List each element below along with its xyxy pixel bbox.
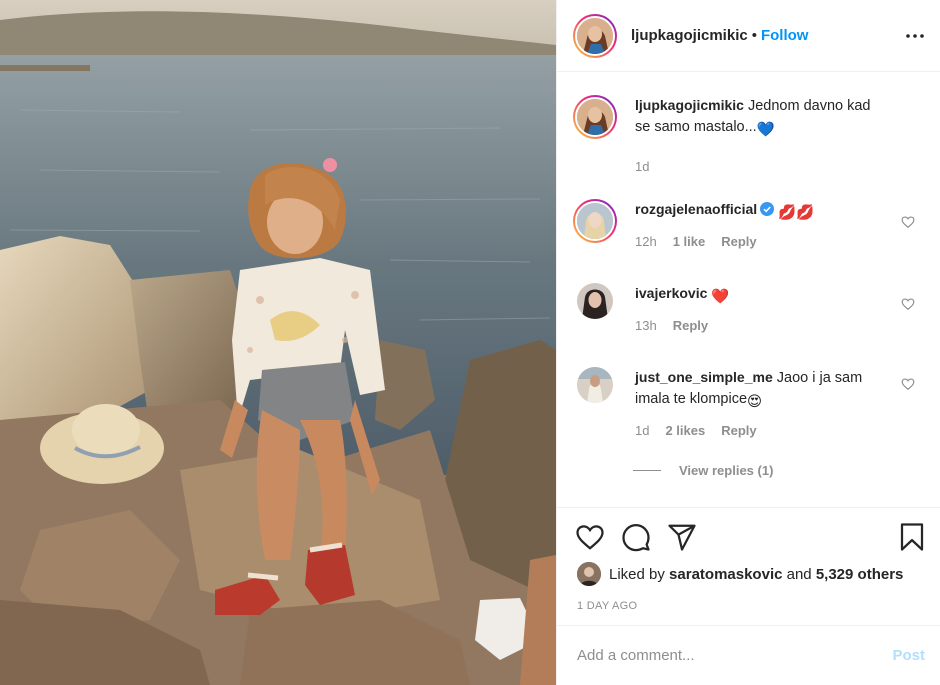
heart-eyes-icon: 😍: [747, 394, 763, 410]
post-actions: Liked by saratomaskovic and 5,329 others…: [557, 507, 940, 625]
follow-button[interactable]: Follow: [761, 27, 809, 44]
comment-time[interactable]: 12h: [635, 234, 657, 250]
comment-item: just_one_simple_me Jaoo i ja sam imala t…: [573, 367, 925, 439]
comment-likes[interactable]: 1 like: [673, 234, 706, 250]
likes-conj: and: [786, 565, 812, 583]
lips-icon: 💋💋: [778, 205, 815, 221]
comment-avatar-image: [577, 367, 613, 403]
like-heart-icon[interactable]: [575, 522, 605, 552]
comment-time[interactable]: 1d: [635, 423, 649, 439]
save-bookmark-icon[interactable]: [897, 522, 927, 552]
caption-body: ljupkagojicmikic Jednom davno kad se sam…: [635, 95, 885, 175]
likes-summary: Liked by saratomaskovic and 5,329 others: [577, 562, 903, 586]
verified-badge-icon: [760, 202, 775, 216]
blue-heart-icon: 💙: [756, 122, 775, 138]
post-photo[interactable]: [0, 0, 556, 685]
liker-avatar-image: [577, 562, 601, 586]
caption-avatar-image: [577, 99, 613, 135]
header-separator: •: [751, 27, 757, 44]
more-options-icon[interactable]: [903, 24, 927, 48]
comment-meta: 1d 2 likes Reply: [635, 423, 885, 439]
comment-avatar[interactable]: [577, 367, 613, 403]
comment-like-heart-icon[interactable]: [901, 215, 915, 229]
reply-button[interactable]: Reply: [721, 423, 756, 439]
liker-username[interactable]: saratomaskovic: [669, 566, 782, 583]
comment-avatar[interactable]: [573, 199, 617, 243]
caption-avatar[interactable]: [573, 95, 617, 139]
comment-like-heart-icon[interactable]: [901, 377, 915, 391]
caption-time[interactable]: 1d: [635, 159, 649, 175]
comment-bubble-icon[interactable]: [621, 522, 651, 552]
comment-avatar-wrap: [573, 367, 617, 439]
post-date[interactable]: 1 DAY AGO: [577, 600, 637, 612]
likes-others[interactable]: 5,329 others: [816, 566, 904, 583]
share-paper-plane-icon[interactable]: [667, 522, 697, 552]
view-replies-button[interactable]: View replies (1): [633, 463, 773, 478]
view-replies-label: View replies (1): [679, 463, 774, 478]
red-heart-icon: ❤️: [711, 289, 730, 305]
comment-avatar-wrap: [573, 283, 617, 334]
likes-prefix: Liked by: [609, 565, 665, 583]
comment-username[interactable]: just_one_simple_me: [635, 369, 773, 385]
comment-meta: 12h 1 like Reply: [635, 234, 885, 250]
caption: ljupkagojicmikic Jednom davno kad se sam…: [573, 95, 925, 175]
comment-avatar[interactable]: [577, 283, 613, 319]
post-comment-button[interactable]: Post: [892, 647, 925, 664]
post-header: ljupkagojicmikic • Follow: [557, 0, 940, 72]
instagram-post: ljupkagojicmikic • Follow ljupkagojicmik…: [0, 0, 940, 685]
caption-username[interactable]: ljupkagojicmikic: [635, 97, 744, 113]
author-username[interactable]: ljupkagojicmikic: [631, 27, 748, 44]
comment-time[interactable]: 13h: [635, 318, 657, 334]
author-avatar[interactable]: [573, 13, 617, 58]
comment-likes[interactable]: 2 likes: [665, 423, 705, 439]
comment-meta: 13h Reply: [635, 318, 885, 334]
comment-like-heart-icon[interactable]: [901, 297, 915, 311]
reply-button[interactable]: Reply: [721, 234, 756, 250]
liker-avatar[interactable]: [577, 562, 601, 586]
add-comment-input[interactable]: [577, 647, 893, 664]
comment-avatar-image: [577, 203, 613, 239]
caption-meta: 1d: [635, 159, 885, 175]
comments-section: ljupkagojicmikic Jednom davno kad se sam…: [557, 73, 940, 506]
add-comment-bar: Post: [557, 625, 940, 685]
post-panel: ljupkagojicmikic • Follow ljupkagojicmik…: [556, 0, 940, 685]
comment-avatar-image: [577, 283, 613, 319]
post-photo-illustration: [0, 0, 556, 685]
comment-username[interactable]: rozgajelenaofficial: [635, 201, 757, 217]
comment-item: rozgajelenaofficial 💋💋 12h 1 like Reply: [573, 199, 925, 250]
comment-body: just_one_simple_me Jaoo i ja sam imala t…: [635, 367, 885, 439]
comment-username[interactable]: ivajerkovic: [635, 285, 707, 301]
view-replies-line: [633, 470, 661, 471]
reply-button[interactable]: Reply: [673, 318, 708, 334]
author-avatar-image: [577, 17, 613, 54]
comment-body: rozgajelenaofficial 💋💋 12h 1 like Reply: [635, 199, 885, 250]
comment-item: ivajerkovic ❤️ 13h Reply: [573, 283, 925, 334]
comment-body: ivajerkovic ❤️ 13h Reply: [635, 283, 885, 334]
